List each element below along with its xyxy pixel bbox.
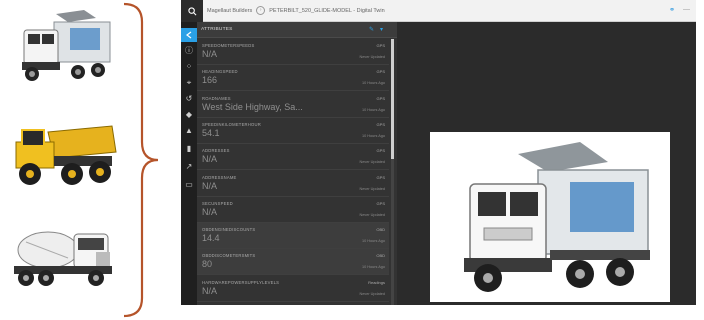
refuse-truck-image bbox=[8, 4, 120, 90]
attribute-name: ROADNAMES bbox=[202, 95, 231, 101]
attribute-source: Readings bbox=[368, 279, 385, 285]
attribute-source: GPS bbox=[376, 148, 385, 154]
panel-title: ATTRIBUTES bbox=[201, 27, 233, 32]
search-icon bbox=[187, 6, 196, 15]
attributes-panel: ATTRIBUTES ✎ ▾ SPEEDOMETERSPEEDS N/A GPS Ne… bbox=[197, 22, 397, 305]
attribute-name: OBDDISCOMETERSMITS bbox=[202, 253, 256, 259]
attribute-row[interactable]: HEADINGSPEED 166 GPS 10 Hours Ago bbox=[197, 65, 389, 92]
attribute-value: 80 bbox=[202, 259, 213, 270]
attribute-source: GPS bbox=[376, 95, 385, 101]
attribute-updated: Never Updated bbox=[359, 212, 385, 217]
attribute-row[interactable]: OBDENGINEDISCOUNTS 14.4 OBD 10 Hours Ago bbox=[197, 223, 389, 250]
attribute-source: GPS bbox=[376, 69, 385, 75]
bar-chart-icon[interactable]: ▮ bbox=[184, 144, 194, 154]
attribute-name: SPEEDINKILOMETERHOUR bbox=[202, 121, 261, 127]
attribute-row[interactable]: OBDDISCOMETERSMITS 80 OBD 10 Hours Ago bbox=[197, 249, 389, 276]
breadcrumb: Magellaut Builders › PETERBILT_520_GLIDE… bbox=[207, 6, 385, 15]
attribute-updated: 10 Hours Ago bbox=[361, 133, 385, 138]
curly-brace bbox=[123, 2, 159, 318]
edit-icon[interactable]: ✎ bbox=[369, 26, 374, 33]
back-arrow-icon bbox=[186, 31, 192, 39]
warning-icon[interactable]: ▲ bbox=[184, 126, 194, 136]
attribute-value: 54.1 bbox=[202, 127, 220, 138]
dump-hauler-image bbox=[8, 112, 120, 198]
attribute-updated: Never Updated bbox=[359, 160, 385, 165]
attributes-header: ATTRIBUTES ✎ ▾ bbox=[197, 22, 397, 38]
attribute-row[interactable]: HARDWAREPOWERSUPPLYLEVELS N/A Readings Neve… bbox=[197, 276, 389, 302]
attribute-row[interactable]: SECUNSPEED N/A GPS Never Updated bbox=[197, 197, 389, 223]
search-button[interactable] bbox=[181, 0, 203, 22]
tag-icon[interactable]: ⌖ bbox=[184, 78, 194, 88]
attribute-row[interactable]: SPEEDINKILOMETERHOUR 54.1 GPS 10 Hours Ago bbox=[197, 118, 389, 144]
history-icon[interactable]: ↺ bbox=[184, 94, 194, 104]
attribute-name: HARDWAREPOWERSUPPLYLEVELS bbox=[202, 279, 280, 285]
attribute-updated: Never Updated bbox=[359, 186, 385, 191]
info-icon[interactable]: ⓘ bbox=[184, 46, 194, 56]
attribute-source: GPS bbox=[376, 200, 385, 206]
slide-canvas: Magellaut Builders › PETERBILT_520_GLIDE… bbox=[0, 0, 704, 320]
icon-rail: ⓘ ⁘ ⌖ ↺ ◆ ▲ ▮ ↗ ▭ bbox=[181, 22, 197, 305]
attribute-row[interactable]: ADDRESSNAME N/A GPS Never Updated bbox=[197, 171, 389, 197]
attribute-row[interactable]: ADDRESSES N/A GPS Never Updated bbox=[197, 144, 389, 171]
attribute-name: HEADINGSPEED bbox=[202, 69, 238, 75]
attribute-value: N/A bbox=[202, 154, 218, 165]
attributes-scrollbar[interactable] bbox=[391, 39, 394, 305]
attribute-name: OBDENGINEDISCOUNTS bbox=[202, 227, 256, 233]
attribute-name: SECUNSPEED bbox=[202, 200, 233, 206]
attribute-updated: Never Updated bbox=[359, 55, 385, 59]
attribute-row[interactable]: SPEEDOMETERSPEEDS N/A GPS Never Updated bbox=[197, 39, 389, 65]
toolbar-icons: ⚭ — bbox=[669, 6, 690, 14]
attribute-value: 14.4 bbox=[202, 233, 220, 244]
attribute-value: N/A bbox=[202, 49, 218, 59]
attribute-source: GPS bbox=[376, 121, 385, 127]
attribute-source: GPS bbox=[376, 174, 385, 180]
attribute-name: SPEEDOMETERSPEEDS bbox=[202, 43, 255, 48]
breadcrumb-separator-icon: › bbox=[256, 6, 266, 15]
chat-icon[interactable]: ▭ bbox=[184, 180, 194, 190]
attribute-row[interactable]: ROADNAMES West Side Highway, Sa... GPS 10 H… bbox=[197, 92, 389, 118]
truck-photo bbox=[430, 132, 670, 302]
minimize-icon[interactable]: — bbox=[683, 6, 690, 14]
trend-icon[interactable]: ↗ bbox=[184, 162, 194, 172]
settings-diamond-icon[interactable]: ◆ bbox=[184, 110, 194, 120]
attribute-name: ADDRESSNAME bbox=[202, 174, 237, 180]
attribute-source: GPS bbox=[376, 43, 385, 48]
rail-active-item[interactable] bbox=[181, 28, 197, 42]
filter-icon[interactable]: ▾ bbox=[380, 26, 383, 33]
attribute-value: N/A bbox=[202, 206, 218, 217]
breadcrumb-root[interactable]: Magellaut Builders bbox=[207, 8, 252, 14]
attribute-value: N/A bbox=[202, 180, 218, 191]
attribute-value: West Side Highway, Sa... bbox=[202, 101, 303, 112]
attribute-name: ADDRESSES bbox=[202, 148, 230, 154]
attribute-value: N/A bbox=[202, 285, 218, 296]
attribute-updated: Never Updated bbox=[359, 291, 385, 296]
network-icon[interactable]: ⁘ bbox=[184, 62, 194, 72]
breadcrumb-asset[interactable]: PETERBILT_520_GLIDE-MODEL - Digital Twin bbox=[269, 8, 384, 14]
attribute-source: OBD bbox=[376, 253, 385, 259]
scrollbar-thumb[interactable] bbox=[391, 39, 394, 159]
attribute-source: OBD bbox=[376, 227, 385, 233]
attribute-value: 166 bbox=[202, 75, 218, 86]
attribute-updated: 10 Hours Ago bbox=[361, 81, 385, 86]
top-bar: Magellaut Builders › PETERBILT_520_GLIDE… bbox=[181, 0, 696, 22]
attribute-updated: 10 Hours Ago bbox=[361, 265, 385, 270]
attribute-updated: 10 Hours Ago bbox=[361, 107, 385, 112]
link-icon[interactable]: ⚭ bbox=[669, 6, 675, 14]
attribute-updated: 10 Hours Ago bbox=[361, 239, 385, 244]
mixer-truck-image bbox=[8, 212, 120, 298]
